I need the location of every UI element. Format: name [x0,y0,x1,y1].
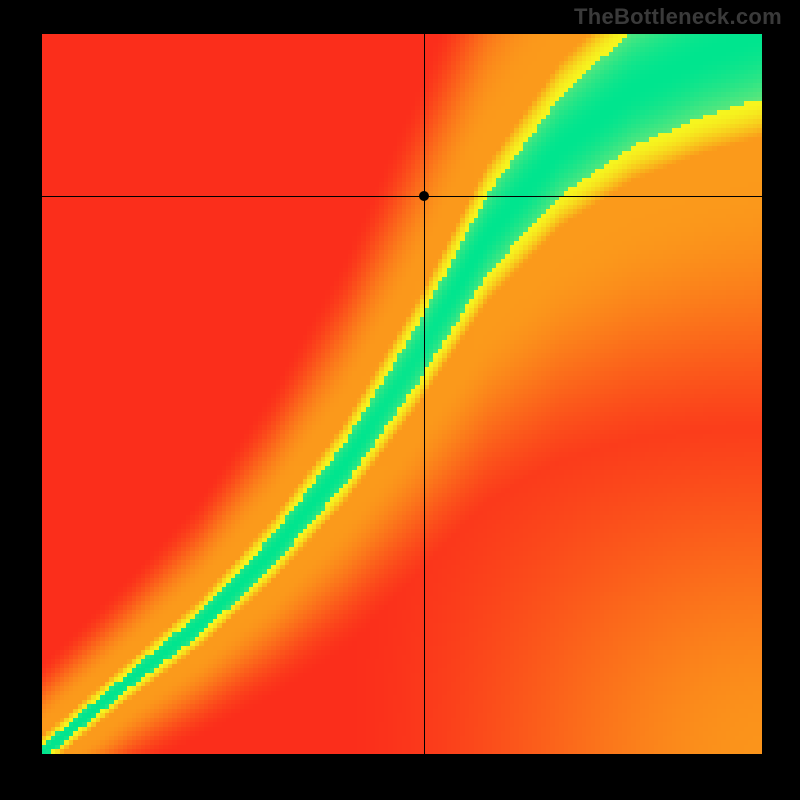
plot-area [42,34,762,754]
heatmap-canvas [42,34,762,754]
selection-marker-dot [419,191,429,201]
watermark-text: TheBottleneck.com [574,4,782,30]
chart-stage: TheBottleneck.com [0,0,800,800]
crosshair-horizontal [42,196,762,197]
crosshair-vertical [424,34,425,754]
